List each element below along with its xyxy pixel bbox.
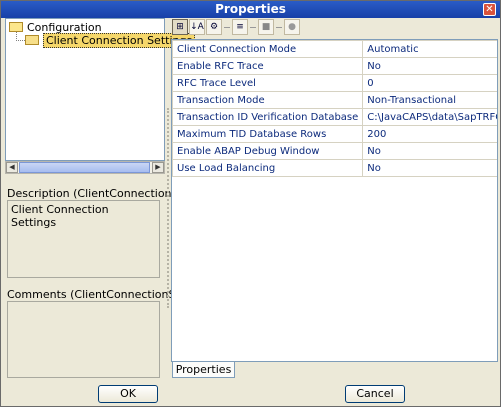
close-button[interactable]: ✕ xyxy=(483,3,496,16)
property-value[interactable]: No xyxy=(362,159,497,177)
scroll-right-icon[interactable]: ▶ xyxy=(152,162,164,173)
sort-alpha-icon: ↓A xyxy=(190,22,204,32)
property-toolbar: ⊞ ↓A ⚙ ≡ ■ ● xyxy=(171,18,331,37)
toolbar-separator xyxy=(276,27,282,28)
property-row[interactable]: Transaction ID Verification Database C:\J… xyxy=(172,108,497,126)
property-row[interactable]: Maximum TID Database Rows 200 xyxy=(172,125,497,143)
tree-connector xyxy=(16,32,25,41)
property-row[interactable]: Transaction Mode Non-Transactional xyxy=(172,91,497,109)
property-row[interactable]: RFC Trace Level 0 xyxy=(172,74,497,92)
scrollbar-thumb[interactable] xyxy=(19,162,150,173)
splitter-grip xyxy=(167,108,169,308)
scroll-left-icon[interactable]: ◀ xyxy=(6,162,18,173)
property-value[interactable]: Automatic xyxy=(362,40,497,58)
ok-button[interactable]: OK xyxy=(98,385,158,403)
property-name: Transaction Mode xyxy=(172,91,364,109)
property-name: RFC Trace Level xyxy=(172,74,364,92)
filter-icon: ⚙ xyxy=(209,22,219,32)
property-name: Client Connection Mode xyxy=(172,40,364,58)
circle-icon: ● xyxy=(288,22,296,32)
property-name: Enable RFC Trace xyxy=(172,57,364,75)
property-value[interactable]: 200 xyxy=(362,125,497,143)
property-name: Enable ABAP Debug Window xyxy=(172,142,364,160)
property-row[interactable]: Use Load Balancing No xyxy=(172,159,497,177)
property-name: Maximum TID Database Rows xyxy=(172,125,364,143)
filter-button[interactable]: ⚙ xyxy=(206,19,222,35)
tab-properties[interactable]: Properties xyxy=(172,362,235,378)
categorized-view-button[interactable]: ⊞ xyxy=(172,19,188,35)
properties-window: Properties ✕ Configuration Client Connec… xyxy=(0,0,501,407)
property-row[interactable]: Enable RFC Trace No xyxy=(172,57,497,75)
folder-open-icon xyxy=(9,22,23,32)
tree-horizontal-scrollbar[interactable]: ◀ ▶ xyxy=(5,161,165,174)
comments-field[interactable] xyxy=(7,301,160,378)
configuration-tree[interactable]: Configuration Client Connection Settings xyxy=(5,18,196,161)
property-value[interactable]: 0 xyxy=(362,74,497,92)
title-bar[interactable]: Properties ✕ xyxy=(1,1,500,18)
property-value[interactable]: No xyxy=(362,57,497,75)
toolbar-separator xyxy=(224,27,230,28)
categorized-view-icon: ⊞ xyxy=(176,22,184,32)
property-value[interactable]: No xyxy=(362,142,497,160)
list-icon: ≡ xyxy=(236,22,244,32)
property-value[interactable]: C:\JavaCAPS\data\SapTRFC.TIDd xyxy=(362,108,497,126)
stop-button[interactable]: ■ xyxy=(258,19,274,35)
folder-icon xyxy=(25,35,39,45)
window-title: Properties xyxy=(215,2,286,16)
property-name: Transaction ID Verification Database xyxy=(172,108,364,126)
circle-button[interactable]: ● xyxy=(284,19,300,35)
property-value[interactable]: Non-Transactional xyxy=(362,91,497,109)
cancel-button[interactable]: Cancel xyxy=(345,385,405,403)
description-field[interactable]: Client Connection Settings xyxy=(7,200,160,278)
toolbar-separator xyxy=(250,27,256,28)
property-grid: Client Connection Mode Automatic Enable R… xyxy=(172,40,497,177)
property-row[interactable]: Enable ABAP Debug Window No xyxy=(172,142,497,160)
sort-alpha-button[interactable]: ↓A xyxy=(189,19,205,35)
list-button[interactable]: ≡ xyxy=(232,19,248,35)
stop-icon: ■ xyxy=(261,22,271,32)
property-sheet: Client Connection Mode Automatic Enable R… xyxy=(171,39,498,362)
property-name: Use Load Balancing xyxy=(172,159,364,177)
property-row[interactable]: Client Connection Mode Automatic xyxy=(172,40,497,58)
